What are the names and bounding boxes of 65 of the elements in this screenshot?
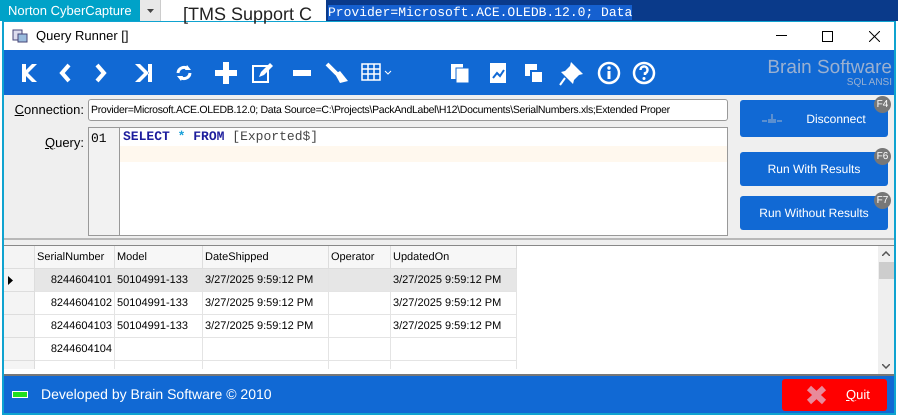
scrollbar-thumb[interactable]	[878, 262, 894, 279]
row-header[interactable]	[4, 269, 35, 292]
next-icon[interactable]	[95, 62, 107, 82]
status-text: Developed by Brain Software © 2010	[41, 385, 272, 404]
document-title: [TMS Support C	[183, 4, 312, 24]
brand-name: Brain Software	[767, 58, 892, 76]
scroll-up-icon[interactable]	[882, 251, 890, 256]
table-cell: 3/27/2025 9:59:12 PM	[203, 292, 329, 315]
query-editor[interactable]: 01 SELECT * FROM [Exported$]	[88, 127, 728, 236]
brand-subtitle: SQL ANSI	[846, 78, 892, 88]
app-icon	[12, 28, 28, 44]
column-header[interactable]: SerialNumber	[35, 246, 115, 269]
copy-icon[interactable]	[449, 62, 471, 84]
quit-button[interactable]: Quit	[782, 378, 887, 410]
shortcut-badge: F7	[874, 192, 891, 209]
column-header[interactable]: UpdatedOn	[391, 246, 517, 269]
pin-icon[interactable]	[559, 60, 585, 86]
minus-icon[interactable]	[293, 70, 311, 76]
table-cell: 8244604103	[35, 315, 115, 338]
chart-icon[interactable]	[488, 62, 508, 84]
table-cell: 8244604102	[35, 292, 115, 315]
scroll-down-icon[interactable]	[882, 364, 890, 369]
info-icon[interactable]	[597, 60, 621, 84]
connection-label: Connection:	[14, 101, 85, 120]
table-cell	[329, 292, 391, 315]
refresh-icon[interactable]	[175, 64, 193, 82]
table-cell: 50104991-133	[115, 315, 203, 338]
grid-icon[interactable]	[361, 62, 393, 84]
status-indicator	[12, 391, 28, 398]
minimize-icon[interactable]	[776, 35, 787, 37]
table-cell: 50104991-133	[115, 292, 203, 315]
shortcut-badge: F6	[874, 148, 891, 165]
current-row-icon	[8, 276, 13, 284]
table-cell: 3/27/2025 9:59:12 PM	[203, 315, 329, 338]
help-icon[interactable]	[632, 60, 656, 84]
plug-icon	[762, 114, 782, 124]
maximize-icon[interactable]	[822, 30, 833, 42]
column-header[interactable]: Operator	[329, 246, 391, 269]
column-header[interactable]: DateShipped	[203, 246, 329, 269]
column-header[interactable]: Model	[115, 246, 203, 269]
brush-icon[interactable]	[325, 62, 349, 84]
table-cell: 3/27/2025 9:59:12 PM	[391, 269, 517, 292]
table-cell: 8244604101	[35, 269, 115, 292]
close-icon[interactable]	[869, 30, 880, 42]
caret-icon	[146, 8, 154, 12]
selected-text: Provider=Microsoft.ACE.OLEDB.12.0; Data	[328, 5, 632, 20]
line-number: 01	[90, 130, 108, 148]
table-cell: 3/27/2025 9:59:12 PM	[391, 315, 517, 338]
code-line: SELECT * FROM [Exported$]	[122, 128, 320, 146]
x-icon	[806, 384, 827, 404]
table-cell: 3/27/2025 9:59:12 PM	[203, 269, 329, 292]
scrollbar[interactable]	[878, 246, 894, 374]
table-cell: 3/27/2025 9:59:12 PM	[391, 292, 517, 315]
last-record-icon[interactable]	[133, 62, 153, 84]
edit-icon[interactable]	[251, 62, 273, 84]
shortcut-badge: F4	[874, 96, 891, 113]
plus-icon[interactable]	[215, 62, 237, 84]
connection-field[interactable]: Provider=Microsoft.ACE.OLEDB.12.0; Data Source=C:\Projects\PackAndLabel\H12\Documents\SerialNumbers.xls;Extended Proper	[88, 99, 728, 121]
query-label: Query:	[44, 134, 85, 152]
previous-icon[interactable]	[59, 62, 71, 82]
window-title: Query Runner []	[36, 27, 128, 46]
table-cell	[329, 338, 391, 361]
table-cell: 8244604104	[35, 338, 115, 361]
table-cell	[329, 315, 391, 338]
table-cell: 50104991-133	[115, 269, 203, 292]
